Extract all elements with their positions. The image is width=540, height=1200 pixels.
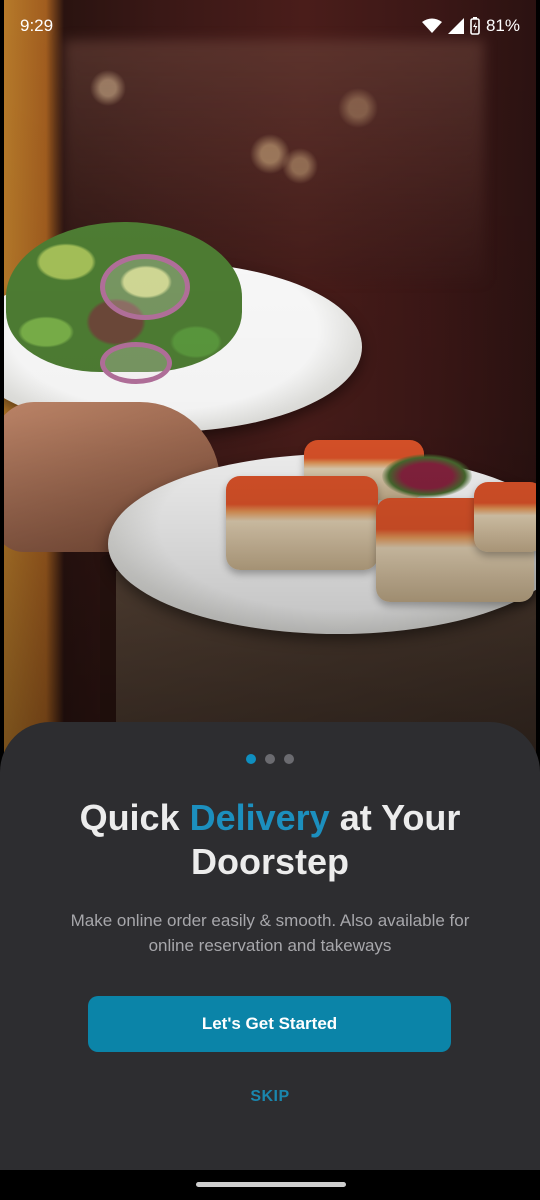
- hero-food-image: [4, 0, 536, 760]
- get-started-button[interactable]: Let's Get Started: [88, 996, 451, 1052]
- title-highlight: Delivery: [189, 797, 330, 838]
- bruschetta-slice: [474, 482, 536, 552]
- bruschetta-slice: [376, 498, 534, 602]
- wifi-icon: [421, 18, 442, 34]
- pager-indicator: [0, 754, 540, 764]
- bruschetta-plate: [108, 454, 536, 634]
- salad: [6, 222, 242, 372]
- pager-dot[interactable]: [265, 754, 275, 764]
- onboarding-sheet: Quick Delivery at Your Doorstep Make onl…: [0, 722, 540, 1170]
- onboarding-title: Quick Delivery at Your Doorstep: [30, 796, 510, 884]
- bruschetta-slice: [226, 476, 378, 570]
- pager-dot-active[interactable]: [246, 754, 256, 764]
- signal-icon: [447, 18, 464, 34]
- title-part-1: Quick: [79, 797, 190, 838]
- onion-ring: [100, 342, 172, 384]
- onboarding-subtitle: Make online order easily & smooth. Also …: [70, 911, 470, 955]
- home-gesture-handle[interactable]: [196, 1182, 346, 1187]
- status-time: 9:29: [20, 16, 54, 35]
- battery-percent: 81%: [485, 16, 520, 35]
- pager-dot[interactable]: [284, 754, 294, 764]
- waiter-hand: [4, 402, 220, 552]
- bruschetta-slice: [304, 440, 424, 500]
- battery-charging-icon: [470, 17, 480, 35]
- status-bar: 9:29 81%: [0, 0, 540, 52]
- onion-ring: [100, 254, 190, 320]
- skip-button[interactable]: SKIP: [200, 1088, 340, 1106]
- herb-garnish: [382, 454, 472, 498]
- salad-plate: [4, 262, 362, 432]
- navigation-bar: [0, 1170, 540, 1200]
